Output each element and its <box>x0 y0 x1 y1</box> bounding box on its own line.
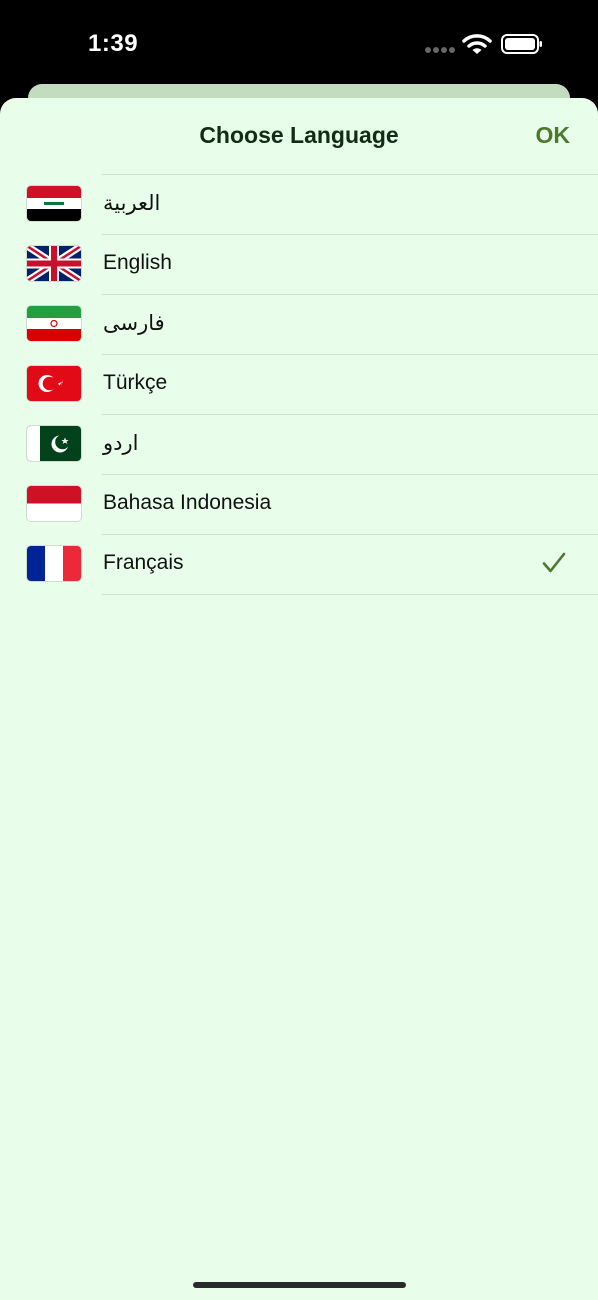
france-flag-icon <box>27 546 81 581</box>
wifi-icon <box>462 34 492 54</box>
screen: 1:39 Choose Language OK العربية English … <box>0 0 598 1300</box>
language-row-french[interactable]: Français <box>0 534 598 595</box>
row-divider <box>102 474 598 475</box>
language-row-english[interactable]: English <box>0 234 598 294</box>
indonesia-flag-icon <box>27 486 81 521</box>
row-divider <box>102 594 598 595</box>
ok-button[interactable]: OK <box>536 122 571 149</box>
battery-icon <box>501 34 542 54</box>
language-label: Bahasa Indonesia <box>103 491 272 514</box>
status-time: 1:39 <box>88 30 139 57</box>
language-sheet: Choose Language OK العربية English فارسی… <box>0 98 598 1300</box>
language-label: اردو <box>103 432 139 455</box>
language-row-arabic[interactable]: العربية <box>0 174 598 234</box>
language-row-persian[interactable]: فارسی <box>0 294 598 354</box>
uk-flag-icon <box>27 246 81 281</box>
status-bar: 1:39 <box>0 0 598 88</box>
language-row-urdu[interactable]: اردو <box>0 414 598 474</box>
language-label: Français <box>103 551 184 574</box>
language-row-indonesian[interactable]: Bahasa Indonesia <box>0 474 598 534</box>
pakistan-flag-icon <box>27 426 81 461</box>
row-divider <box>102 414 598 415</box>
language-row-turkish[interactable]: Türkçe <box>0 354 598 414</box>
row-divider <box>102 174 598 175</box>
home-indicator[interactable] <box>193 1282 406 1288</box>
turkey-flag-icon <box>27 366 81 401</box>
row-divider <box>102 354 598 355</box>
language-list: العربية English فارسی Türkçe اردو Bahasa… <box>0 174 598 595</box>
iran-flag-icon <box>27 306 81 341</box>
language-label: English <box>103 251 172 274</box>
language-label: Türkçe <box>103 371 168 394</box>
checkmark-icon <box>542 552 566 573</box>
iraq-flag-icon <box>27 186 81 221</box>
language-label: العربية <box>103 192 161 215</box>
cellular-signal-icon <box>425 47 455 53</box>
row-divider <box>102 534 598 535</box>
row-divider <box>102 234 598 235</box>
row-divider <box>102 294 598 295</box>
language-label: فارسی <box>103 312 165 335</box>
sheet-title: Choose Language <box>199 122 399 148</box>
